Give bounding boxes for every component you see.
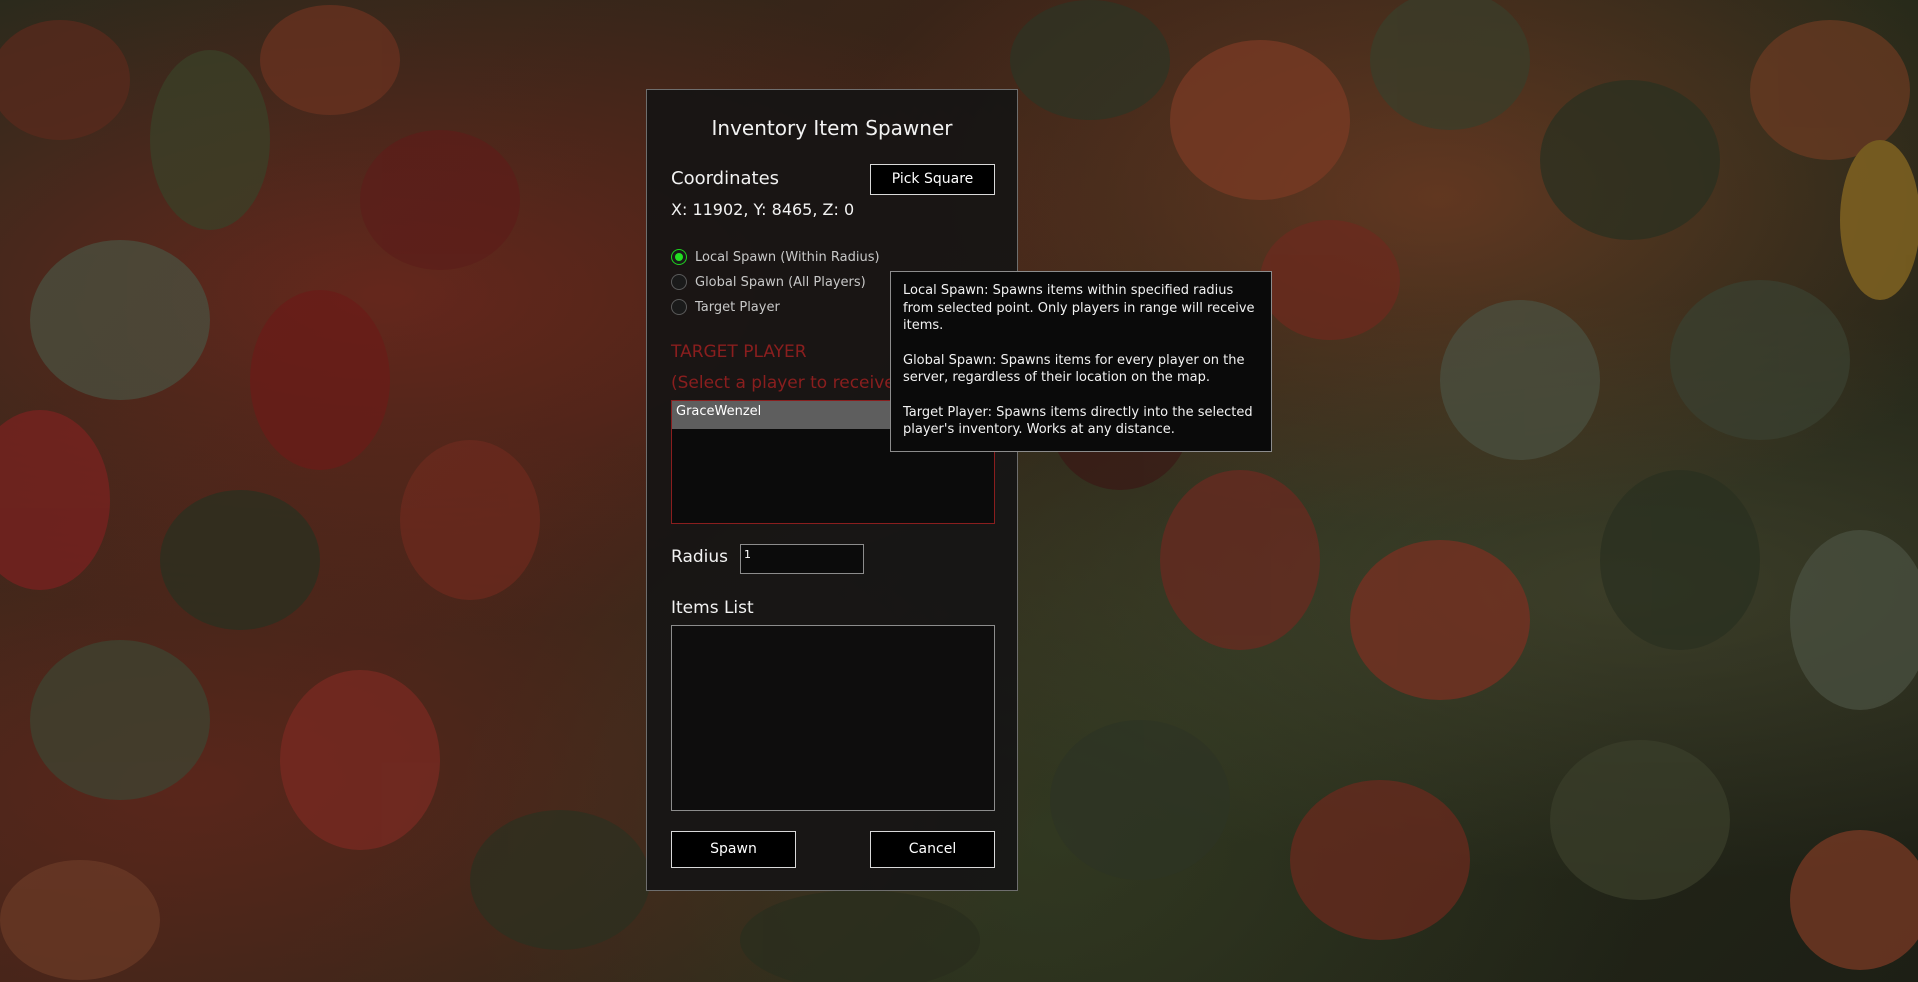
radio-selected-icon[interactable] [671, 249, 687, 265]
tooltip-target-text: Target Player: Spawns items directly int… [903, 404, 1253, 438]
radio-label: Global Spawn (All Players) [695, 274, 866, 290]
radio-unselected-icon[interactable] [671, 299, 687, 315]
radio-local-spawn[interactable]: Local Spawn (Within Radius) [671, 247, 880, 267]
radio-label: Target Player [695, 299, 780, 315]
radio-global-spawn[interactable]: Global Spawn (All Players) [671, 272, 866, 292]
cancel-button[interactable]: Cancel [870, 831, 995, 868]
target-player-header: TARGET PLAYER [671, 342, 807, 362]
radius-label: Radius [671, 547, 729, 567]
items-list-label: Items List [671, 598, 754, 618]
item-spawner-window: Inventory Item Spawner Coordinates Pick … [646, 89, 1018, 891]
window-title: Inventory Item Spawner [711, 116, 953, 140]
tooltip-local-text: Local Spawn: Spawns items within specifi… [903, 283, 1255, 333]
radio-label: Local Spawn (Within Radius) [695, 249, 880, 265]
radio-unselected-icon[interactable] [671, 274, 687, 290]
coordinates-value: X: 11902, Y: 8465, Z: 0 [671, 200, 855, 219]
spawn-button[interactable]: Spawn [671, 831, 796, 868]
tooltip-global-text: Global Spawn: Spawns items for every pla… [903, 352, 1245, 386]
spawn-mode-tooltip: Local Spawn: Spawns items within specifi… [890, 271, 1272, 452]
radius-input[interactable]: 1 [740, 544, 864, 574]
items-list[interactable] [671, 625, 995, 811]
radio-target-player[interactable]: Target Player [671, 297, 780, 317]
pick-square-button[interactable]: Pick Square [870, 164, 995, 195]
coordinates-label: Coordinates [671, 168, 780, 189]
